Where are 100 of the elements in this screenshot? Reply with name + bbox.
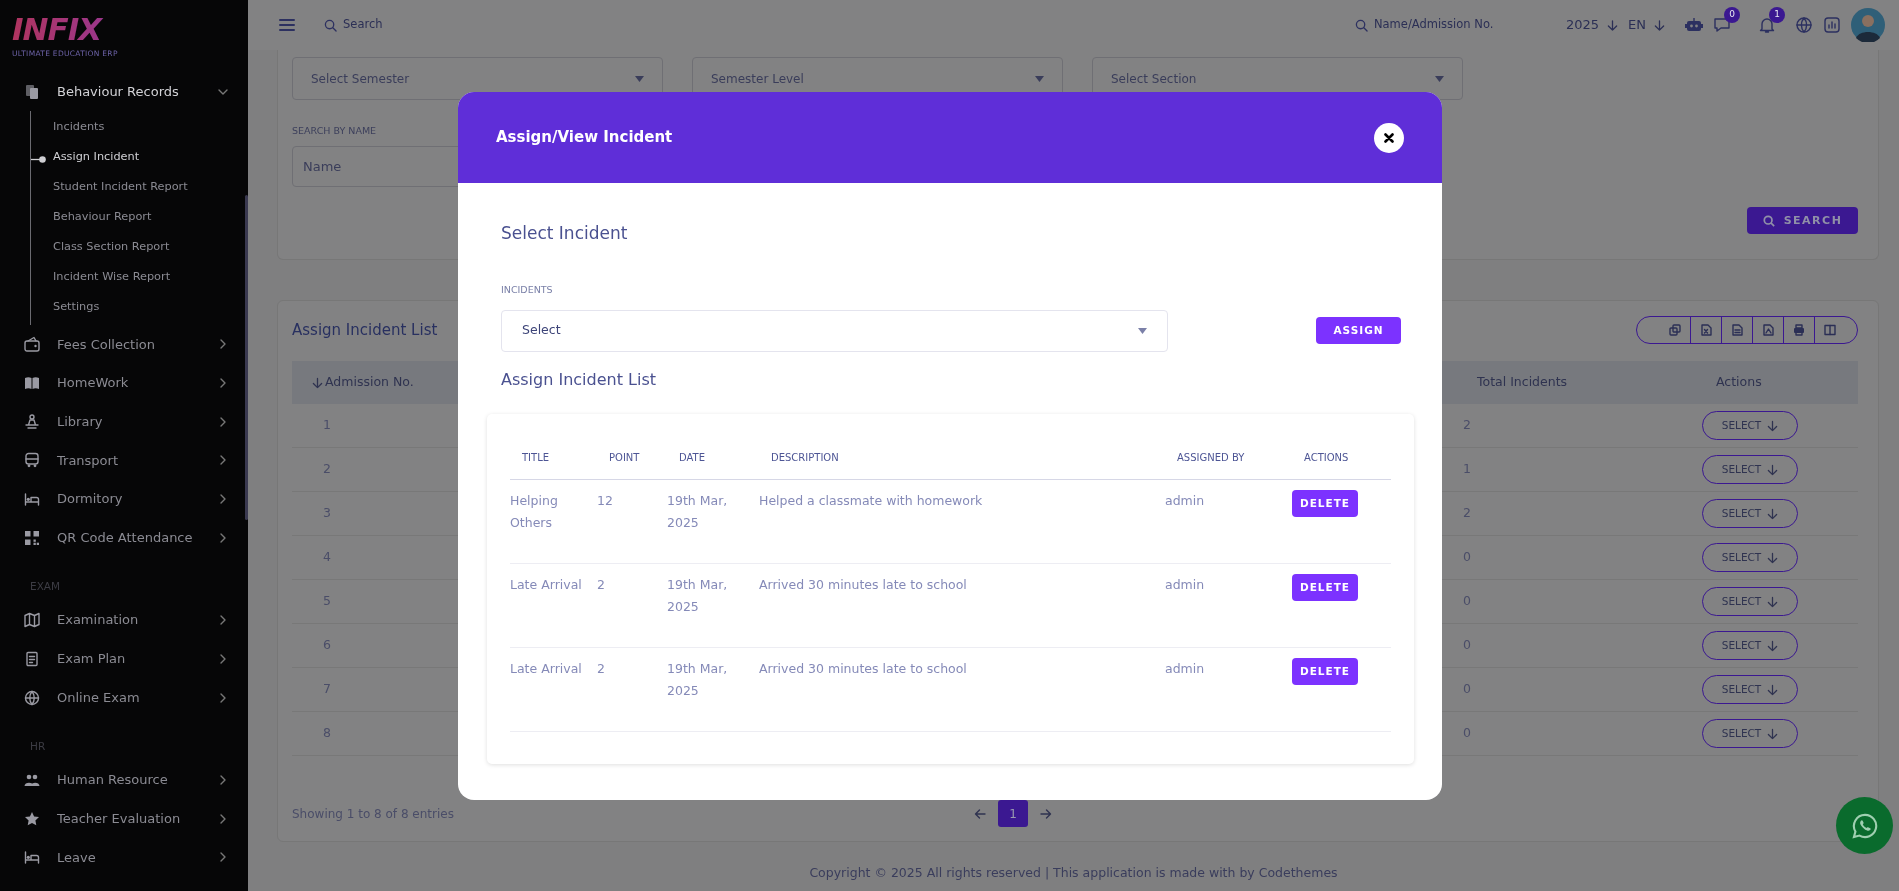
sort-arrow-icon	[312, 376, 323, 389]
table-cell: 2	[597, 660, 605, 676]
sidebar-item[interactable]: Behaviour Records	[0, 72, 248, 111]
bus-icon	[24, 452, 40, 469]
previous-page-button[interactable]	[974, 807, 986, 820]
submenu-item[interactable]: Class Section Report	[31, 232, 248, 263]
column-header: TITLE	[521, 451, 551, 465]
table-cell: 3	[323, 505, 331, 521]
column-header: DESCRIPTION	[770, 451, 840, 465]
avatar-icon	[1851, 8, 1885, 42]
sidebar-item[interactable]: Fees Collection	[0, 324, 248, 364]
delete-button[interactable]: DELETE	[1292, 489, 1358, 517]
table-cell: 0	[1463, 593, 1471, 609]
table-cell: Helping Others	[510, 492, 558, 530]
caret-down-icon	[1035, 75, 1044, 82]
table-cell: 2	[323, 461, 331, 477]
arrow-down-icon	[1767, 507, 1779, 520]
search-button[interactable]: SEARCH	[1747, 207, 1858, 235]
star-icon	[24, 810, 40, 827]
whatsapp-icon	[1850, 811, 1879, 840]
chevron-right-icon	[218, 416, 228, 427]
section-heading: EXAM	[29, 579, 62, 595]
table-cell: Arrived 30 minutes late to school	[759, 660, 967, 676]
submenu-item[interactable]: Student Incident Report	[31, 172, 248, 203]
sidebar-item[interactable]: HomeWork	[0, 363, 248, 403]
arrow-down-icon	[1767, 639, 1779, 652]
submenu-item[interactable]: Behaviour Report	[31, 202, 248, 233]
sidebar-item[interactable]: Online Exam	[0, 678, 248, 717]
page-button[interactable]: 1	[998, 800, 1028, 827]
chevron-right-icon	[218, 377, 228, 388]
robot-button[interactable]	[1685, 16, 1703, 34]
arrow-down-icon	[1767, 727, 1779, 740]
bed-icon	[24, 491, 40, 508]
chevron-right-icon	[218, 615, 228, 626]
table-cell: 0	[1463, 725, 1471, 741]
list-title: Assign Incident List	[501, 368, 657, 391]
table-cell: Late Arrival	[510, 576, 582, 592]
reader-icon	[24, 413, 40, 430]
wallet-icon	[24, 336, 40, 353]
document-file-icon	[1762, 324, 1774, 336]
sidebar-item[interactable]: QR Code Attendance	[0, 518, 248, 558]
table-cell: 12	[597, 492, 613, 508]
close-icon	[1384, 132, 1394, 143]
sidebar-item[interactable]: Leave	[0, 838, 248, 877]
qr-code-icon	[24, 529, 40, 546]
sidebar-item[interactable]: Dormitory	[0, 479, 248, 519]
dropdown-button[interactable]: EN	[1628, 15, 1665, 35]
sidebar-item[interactable]: Transport	[0, 441, 248, 480]
search-field[interactable]: Search	[343, 16, 543, 34]
sidebar-item[interactable]: Teacher Evaluation	[0, 799, 248, 838]
submenu-item[interactable]: Settings	[31, 292, 248, 323]
scrollbar[interactable]	[245, 195, 248, 520]
caret-down-icon	[635, 75, 644, 82]
globe-icon	[24, 689, 40, 706]
search-icon	[324, 18, 337, 32]
table-cell: 0	[1463, 681, 1471, 697]
incident-select[interactable]: Select	[501, 309, 1168, 352]
table-cell: admin	[1165, 492, 1205, 508]
dropdown-button[interactable]: 2025	[1565, 15, 1619, 35]
column-header: POINT	[608, 451, 641, 465]
clipboard-icon	[24, 650, 40, 667]
arrow-down-icon	[1767, 419, 1779, 432]
globe-button[interactable]	[1795, 16, 1813, 34]
delete-button[interactable]: DELETE	[1292, 657, 1358, 685]
arrow-down-icon	[1767, 551, 1779, 564]
chat-button[interactable]: 0	[1713, 7, 1740, 34]
search-icon	[1354, 18, 1368, 32]
table-cell: 2	[1463, 505, 1471, 521]
chevron-right-icon	[218, 455, 228, 466]
book-icon	[24, 374, 40, 391]
column-header: ACTIONS	[1303, 451, 1350, 465]
sidebar-item[interactable]: Library	[0, 402, 248, 441]
search-field[interactable]: Name/Admission No.	[1373, 16, 1534, 34]
sidebar-item[interactable]: Exam Plan	[0, 639, 248, 679]
chart-icon	[1823, 16, 1841, 34]
column-header: DATE	[678, 451, 706, 465]
submenu-item[interactable]: Assign Incident	[31, 142, 248, 173]
table-cell: 2	[1463, 417, 1471, 433]
submenu-item[interactable]: Incident Wise Report	[31, 262, 248, 293]
sidebar-item[interactable]: Examination	[0, 600, 248, 640]
delete-button[interactable]: DELETE	[1292, 573, 1358, 601]
chart-button[interactable]	[1823, 16, 1841, 34]
next-page-button[interactable]	[1040, 807, 1052, 820]
table-cell: 19th Mar, 2025	[667, 492, 728, 530]
menu-button[interactable]	[278, 16, 296, 34]
table-cell: Arrived 30 minutes late to school	[759, 576, 967, 592]
columns-icon	[1824, 324, 1836, 336]
sidebar-item[interactable]: Human Resource	[0, 760, 248, 800]
close-button[interactable]	[1374, 122, 1404, 153]
bell-button[interactable]: 1	[1758, 7, 1785, 34]
robot-icon	[1685, 16, 1703, 34]
column-header: ASSIGNED BY	[1176, 451, 1246, 465]
assign-button[interactable]: ASSIGN	[1316, 317, 1401, 344]
table-cell: 1	[323, 417, 331, 433]
table-cell: 8	[323, 725, 331, 741]
entries-summary: Showing 1 to 8 of 8 entries	[292, 805, 455, 823]
submenu-item[interactable]: Incidents	[31, 112, 248, 143]
files-icon	[24, 83, 40, 100]
table-cell: Late Arrival	[510, 660, 582, 676]
chat-button[interactable]	[1836, 797, 1893, 854]
